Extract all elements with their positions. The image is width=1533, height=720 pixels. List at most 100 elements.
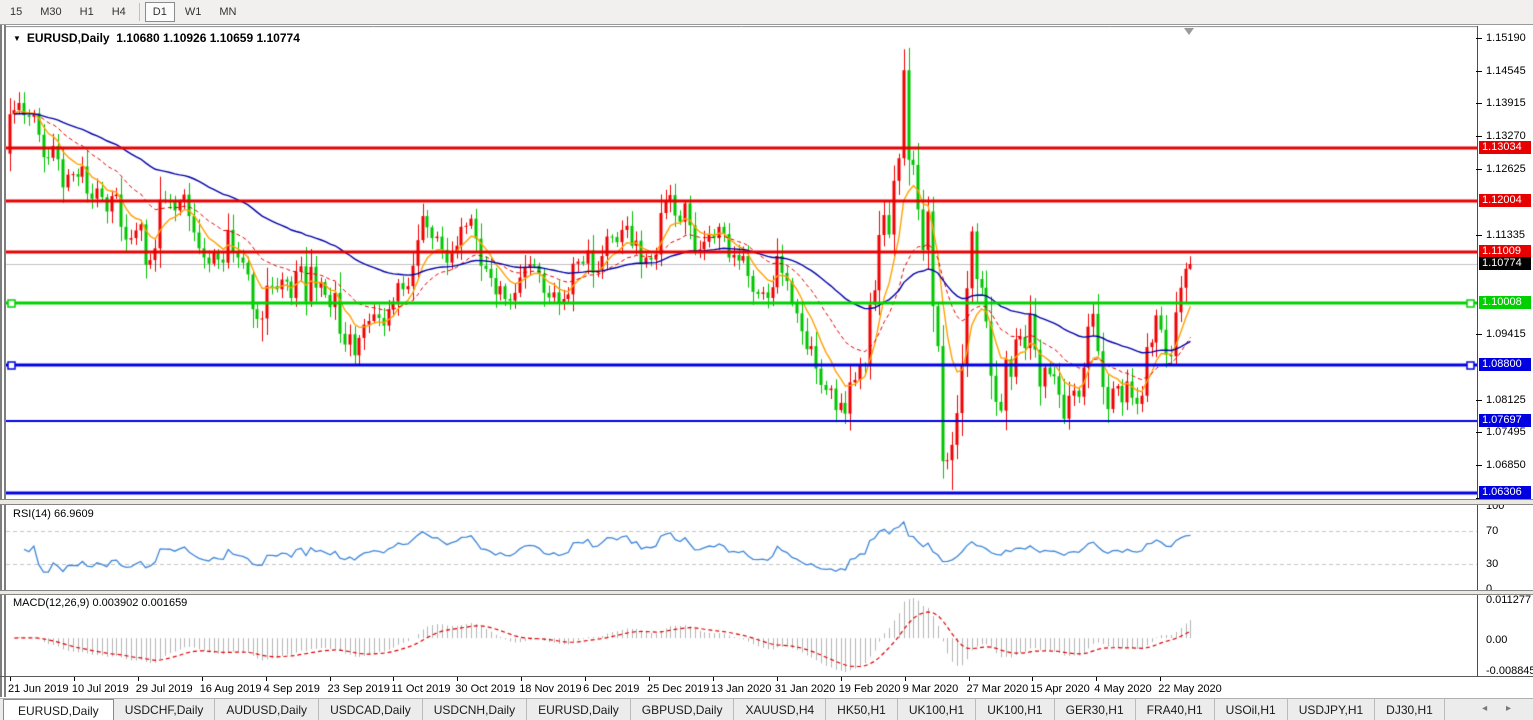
date-label: 4 Sep 2019 xyxy=(264,683,320,695)
date-tick-dash xyxy=(585,677,586,681)
date-tick-dash xyxy=(457,677,458,681)
price-tick-label: 1.06850 xyxy=(1486,459,1526,471)
price-tick-dash xyxy=(1476,71,1482,72)
tab-eurusd-daily[interactable]: EURUSD,Daily xyxy=(527,699,631,720)
tab-usdjpy-h1[interactable]: USDJPY,H1 xyxy=(1288,699,1375,720)
chart-canvas[interactable] xyxy=(6,26,1477,677)
date-label: 30 Oct 2019 xyxy=(455,683,515,695)
price-tick-dash xyxy=(1476,103,1482,104)
price-tick-dash xyxy=(1476,136,1482,137)
date-tick-dash xyxy=(266,677,267,681)
date-tick-dash xyxy=(74,677,75,681)
tab-hk50-h1[interactable]: HK50,H1 xyxy=(826,699,898,720)
price-tick-label: 1.14545 xyxy=(1486,65,1526,77)
date-tick-dash xyxy=(713,677,714,681)
tab-usoil-h1[interactable]: USOil,H1 xyxy=(1215,699,1288,720)
date-tick-dash xyxy=(202,677,203,681)
price-tick-label: 1.12625 xyxy=(1486,163,1526,175)
rsi-tick-label: 70 xyxy=(1486,525,1498,537)
date-label: 11 Oct 2019 xyxy=(391,683,450,695)
timeframe-button-h4[interactable]: H4 xyxy=(104,2,134,22)
date-tick-dash xyxy=(1160,677,1161,681)
date-tick-dash xyxy=(521,677,522,681)
timeframe-button-m30[interactable]: M30 xyxy=(32,2,69,22)
macd-tick-label: 0.011277 xyxy=(1486,594,1531,606)
price-tick-label: 1.07495 xyxy=(1486,426,1526,438)
tab-audusd-daily[interactable]: AUDUSD,Daily xyxy=(215,699,319,720)
macd-values: 0.003902 0.001659 xyxy=(92,597,187,609)
chart-menu-icon[interactable]: ▼ xyxy=(13,34,21,43)
toolbar-separator xyxy=(139,3,140,21)
timeframe-button-d1[interactable]: D1 xyxy=(145,2,175,22)
date-label: 27 Mar 2020 xyxy=(967,683,1029,695)
date-tick-dash xyxy=(905,677,906,681)
tab-fra40-h1[interactable]: FRA40,H1 xyxy=(1136,699,1215,720)
date-label: 21 Jun 2019 xyxy=(8,683,69,695)
ohlc-close: 1.10774 xyxy=(256,31,299,45)
date-tick-dash xyxy=(777,677,778,681)
price-level-tag: 1.06306 xyxy=(1479,486,1531,499)
date-tick-dash xyxy=(1096,677,1097,681)
date-label: 4 May 2020 xyxy=(1094,683,1151,695)
timeframe-button-h1[interactable]: H1 xyxy=(72,2,102,22)
ohlc-low: 1.10659 xyxy=(210,31,253,45)
tab-uk100-h1[interactable]: UK100,H1 xyxy=(976,699,1054,720)
chart-symbol-label: EURUSD,Daily xyxy=(27,31,110,45)
chart-tab-bar: EURUSD,DailyUSDCHF,DailyAUDUSD,DailyUSDC… xyxy=(0,698,1533,720)
tab-usdchf-daily[interactable]: USDCHF,Daily xyxy=(114,699,216,720)
tab-gbpusd-daily[interactable]: GBPUSD,Daily xyxy=(631,699,735,720)
price-tick-dash xyxy=(1476,235,1482,236)
price-tick-dash xyxy=(1476,465,1482,466)
price-level-tag: 1.13034 xyxy=(1479,141,1531,154)
pane-splitter[interactable] xyxy=(0,499,1533,505)
timeframe-toolbar: 15M30H1H4 D1W1MN xyxy=(0,0,1533,25)
date-tick-dash xyxy=(649,677,650,681)
price-tick-dash xyxy=(1476,169,1482,170)
pane-splitter[interactable] xyxy=(0,590,1533,595)
tab-eurusd-daily[interactable]: EURUSD,Daily xyxy=(3,699,114,720)
chart-title: ▼ EURUSD,Daily 1.10680 1.10926 1.10659 1.… xyxy=(13,31,300,45)
macd-tick-label: 0.00 xyxy=(1486,634,1507,646)
price-tick-dash xyxy=(1476,432,1482,433)
tab-scroll-arrows[interactable]: ◂ ▸ xyxy=(1476,699,1533,720)
tab-uk100-h1[interactable]: UK100,H1 xyxy=(898,699,976,720)
timeframe-button-mn[interactable]: MN xyxy=(211,2,244,22)
price-level-tag: 1.10008 xyxy=(1479,296,1531,309)
rsi-value: 66.9609 xyxy=(54,508,94,520)
tab-dj30-h1[interactable]: DJ30,H1 xyxy=(1375,699,1445,720)
date-tick-dash xyxy=(330,677,331,681)
date-label: 6 Dec 2019 xyxy=(583,683,639,695)
date-label: 23 Sep 2019 xyxy=(328,683,390,695)
chart-shift-marker-icon[interactable] xyxy=(1184,28,1194,35)
trading-app: { "toolbar": { "timeframes": ["15", "M30… xyxy=(0,0,1533,720)
date-label: 25 Dec 2019 xyxy=(647,683,709,695)
price-level-tag: 1.10774 xyxy=(1479,257,1531,270)
date-label: 29 Jul 2019 xyxy=(136,683,193,695)
tab-ger30-h1[interactable]: GER30,H1 xyxy=(1055,699,1136,720)
timeframe-button-15[interactable]: 15 xyxy=(2,2,30,22)
date-label: 9 Mar 2020 xyxy=(903,683,959,695)
tab-xauusd-h4[interactable]: XAUUSD,H4 xyxy=(734,699,826,720)
price-tick-dash xyxy=(1476,334,1482,335)
ohlc-high: 1.10926 xyxy=(163,31,206,45)
date-label: 31 Jan 2020 xyxy=(775,683,836,695)
price-tick-label: 1.15190 xyxy=(1486,32,1526,44)
price-tick-dash xyxy=(1476,400,1482,401)
price-tick-label: 1.09415 xyxy=(1486,328,1526,340)
price-axis[interactable]: 1.151901.145451.139151.132701.126251.113… xyxy=(1477,26,1533,677)
date-label: 22 May 2020 xyxy=(1158,683,1222,695)
date-tick-dash xyxy=(1032,677,1033,681)
price-tick-label: 1.08125 xyxy=(1486,394,1526,406)
date-axis[interactable]: 21 Jun 201910 Jul 201929 Jul 201916 Aug … xyxy=(6,677,1477,698)
timeframe-button-w1[interactable]: W1 xyxy=(177,2,210,22)
date-tick-dash xyxy=(393,677,394,681)
date-tick-dash xyxy=(841,677,842,681)
ohlc-open: 1.10680 xyxy=(116,31,159,45)
price-tick-label: 1.11335 xyxy=(1486,229,1525,241)
tab-usdcad-daily[interactable]: USDCAD,Daily xyxy=(319,699,423,720)
date-tick-dash xyxy=(138,677,139,681)
tab-usdcnh-daily[interactable]: USDCNH,Daily xyxy=(423,699,527,720)
rsi-label: RSI(14) 66.9609 xyxy=(13,508,94,520)
date-label: 16 Aug 2019 xyxy=(200,683,262,695)
price-tick-dash xyxy=(1476,38,1482,39)
